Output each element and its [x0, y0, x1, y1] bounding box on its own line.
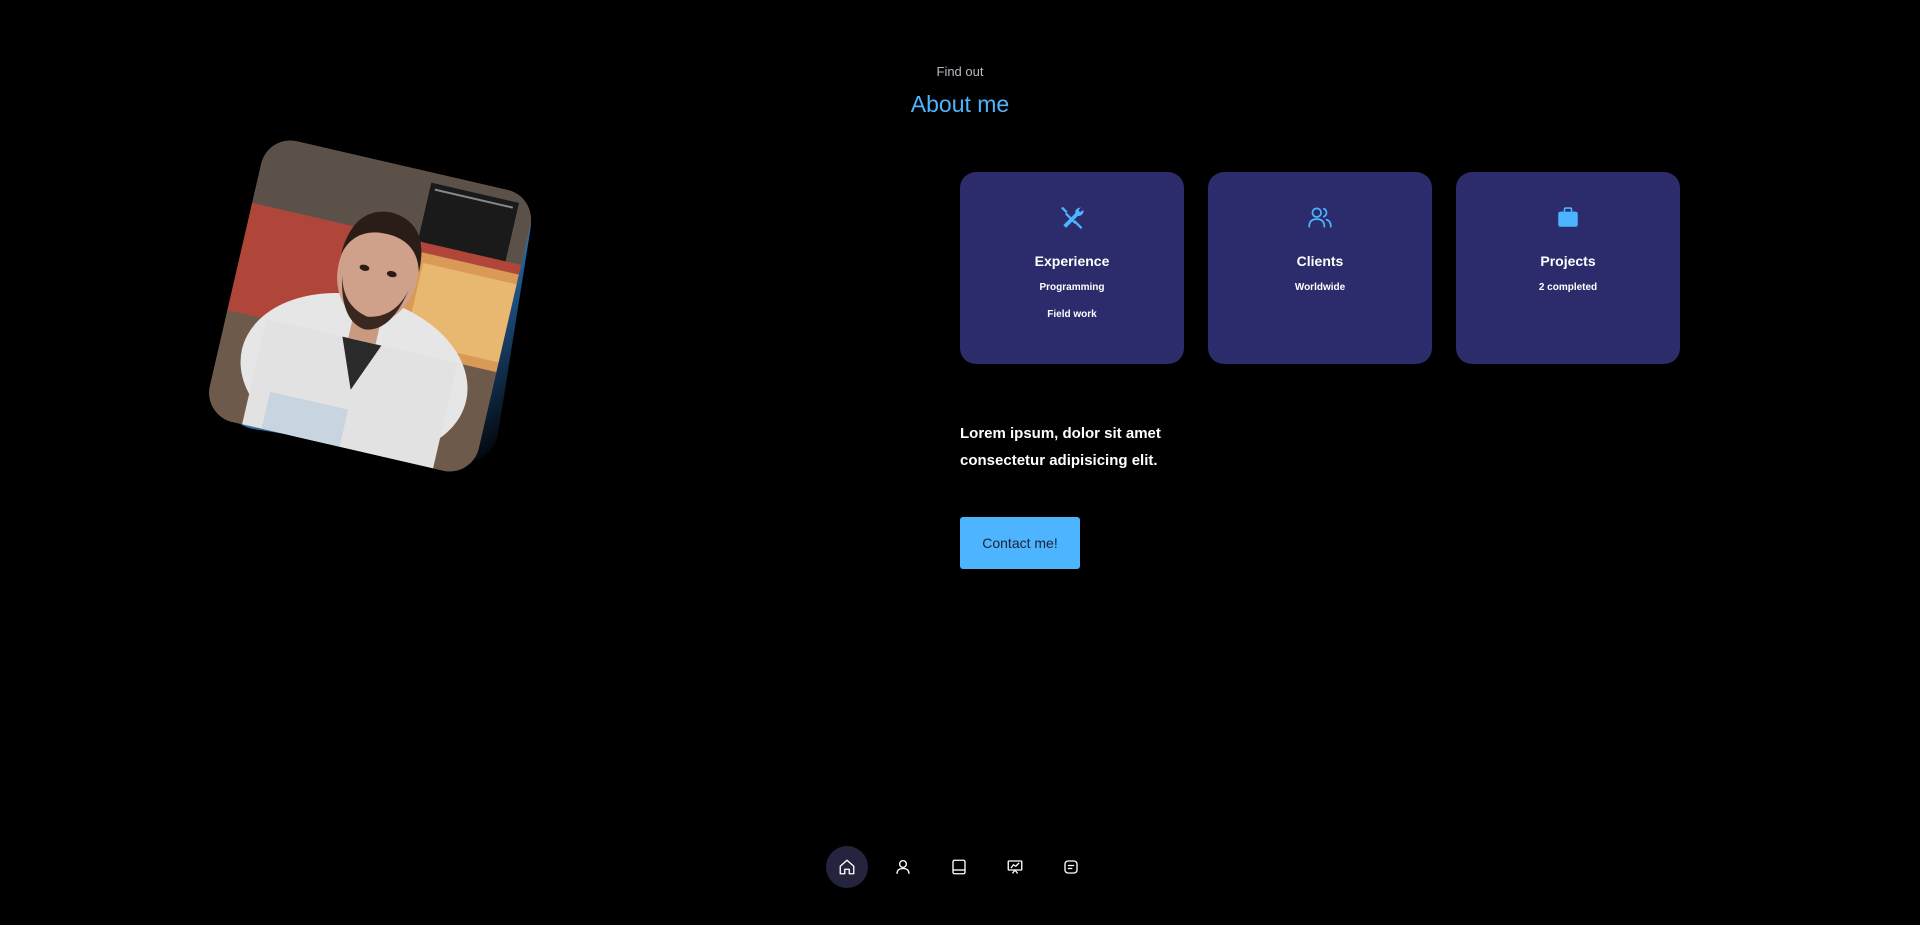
presentation-icon [1007, 860, 1023, 874]
card-detail: Programming [1039, 282, 1105, 293]
user-icon [896, 859, 910, 874]
card-projects: Projects 2 completed [1456, 172, 1680, 364]
nav-experience[interactable] [938, 846, 980, 888]
stats-cards: Experience Programming Field work Client… [960, 172, 1680, 364]
section-header: Find out About me [0, 62, 1920, 118]
tools-icon [1059, 204, 1085, 230]
card-experience: Experience Programming Field work [960, 172, 1184, 364]
briefcase-icon [1555, 204, 1581, 230]
card-clients: Clients Worldwide [1208, 172, 1432, 364]
users-icon [1307, 204, 1333, 230]
nav-home[interactable] [826, 846, 868, 888]
book-icon [952, 859, 966, 875]
nav-portfolio[interactable] [994, 846, 1036, 888]
profile-photo [203, 134, 537, 478]
card-detail: Field work [1047, 309, 1097, 320]
section-subtitle: Find out [936, 64, 984, 79]
section-title: About me [910, 91, 1010, 117]
card-title: Projects [1540, 253, 1596, 269]
home-icon [839, 859, 855, 875]
nav-about[interactable] [882, 846, 924, 888]
bottom-nav [826, 846, 1092, 888]
contact-button[interactable]: Contact me! [960, 517, 1080, 569]
card-detail: Worldwide [1294, 282, 1346, 293]
card-title: Experience [1034, 253, 1110, 269]
message-icon [1064, 860, 1078, 874]
about-section: Find out About me Experience Programming… [0, 0, 1920, 925]
about-description: Lorem ipsum, dolor sit amet consectetur … [960, 425, 1161, 469]
card-detail: 2 completed [1538, 282, 1598, 293]
card-title: Clients [1296, 253, 1344, 269]
nav-contact[interactable] [1050, 846, 1092, 888]
